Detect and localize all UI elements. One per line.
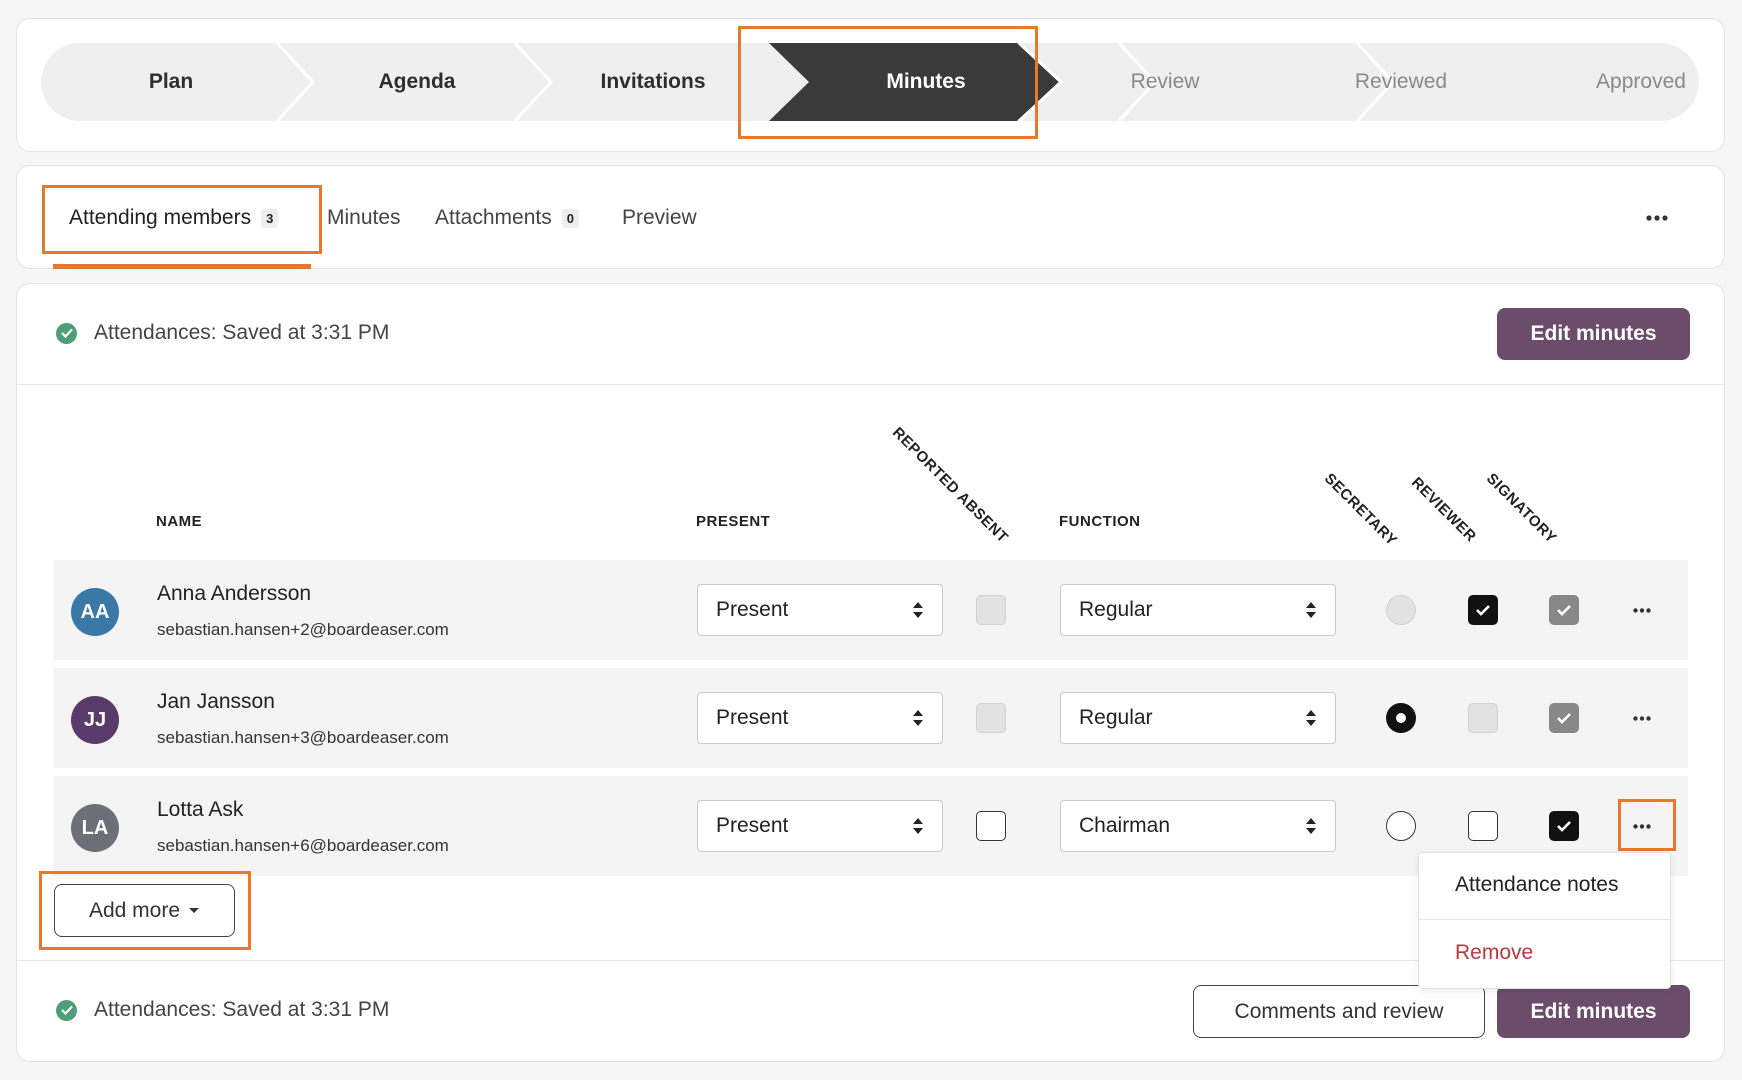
add-more-button[interactable]: Add more [54,884,235,937]
secretary-radio[interactable] [1386,811,1416,841]
save-status: Attendances: Saved at 3:31 PM [56,321,389,345]
present-select[interactable]: Present [697,584,943,636]
row-ellipsis-icon[interactable] [1627,814,1657,838]
table-row: AA Anna Andersson sebastian.hansen+2@boa… [53,560,1688,660]
sort-arrows-icon [913,602,923,618]
menu-item-attendance-notes[interactable]: Attendance notes [1455,873,1618,897]
step-approved[interactable]: Approved [1521,43,1699,121]
column-header-signatory: SIGNATORY [1482,470,1560,547]
tab-minutes[interactable]: Minutes [327,166,401,270]
count-badge: 3 [261,208,279,228]
row-ellipsis-icon[interactable] [1627,706,1657,730]
edit-minutes-button[interactable]: Edit minutes [1497,308,1690,360]
reported-absent-checkbox[interactable] [976,703,1006,733]
present-select[interactable]: Present [697,800,943,852]
tab-label: Preview [622,206,697,229]
add-more-label: Add more [88,898,181,922]
check-circle-icon [56,999,77,1021]
function-select-value: Regular [1079,706,1153,729]
member-email: sebastian.hansen+3@boardeaser.com [157,728,449,747]
signatory-checkbox[interactable] [1549,811,1579,841]
sort-arrows-icon [1306,602,1316,618]
secretary-radio[interactable] [1386,595,1416,625]
edit-minutes-button[interactable]: Edit minutes [1497,985,1690,1038]
checkmark-icon [1476,605,1490,616]
step-review[interactable]: Review [1045,43,1285,121]
present-select-value: Present [716,598,789,621]
workflow-stepper: Plan Agenda Invitations Minutes Review R… [41,43,1699,121]
save-status-text: Attendances: Saved at 3:31 PM [94,321,390,344]
menu-item-remove[interactable]: Remove [1455,941,1533,965]
secretary-radio[interactable] [1386,703,1416,733]
member-name: Jan Jansson [157,690,275,713]
member-name: Anna Andersson [157,582,312,605]
reported-absent-checkbox[interactable] [976,811,1006,841]
function-select-value: Regular [1079,598,1153,621]
check-circle-icon [56,322,77,344]
caret-down-icon [189,907,200,913]
row-actions-menu: Attendance notes Remove [1418,852,1671,989]
present-select-value: Present [716,814,789,837]
workflow-stepper-card: Plan Agenda Invitations Minutes Review R… [16,18,1725,152]
signatory-checkbox[interactable] [1549,595,1579,625]
tab-label: Attending members [69,206,252,229]
present-select-value: Present [716,706,789,729]
tabs-card: Attending members 3 Minutes Attachments … [16,165,1725,269]
active-tab-indicator [53,264,311,269]
present-select[interactable]: Present [697,692,943,744]
column-header-function: FUNCTION [1059,513,1141,530]
step-agenda[interactable]: Agenda [297,43,537,121]
column-header-secretary: SECRETARY [1320,470,1401,550]
step-plan[interactable]: Plan [41,43,301,121]
signatory-checkbox[interactable] [1549,703,1579,733]
tab-label: Minutes [327,206,401,229]
ellipsis-icon[interactable] [1637,206,1677,230]
checkmark-icon [1557,713,1571,724]
menu-divider [1419,919,1670,920]
sort-arrows-icon [913,710,923,726]
avatar: LA [71,804,119,852]
column-header-reported-absent: REPORTED ABSENT [888,424,1012,547]
function-select[interactable]: Regular [1060,692,1336,744]
sort-arrows-icon [1306,710,1316,726]
member-name: Lotta Ask [157,798,244,821]
comments-review-button[interactable]: Comments and review [1193,985,1485,1038]
reviewer-checkbox[interactable] [1468,595,1498,625]
function-select-value: Chairman [1079,814,1171,837]
row-ellipsis-icon[interactable] [1627,598,1657,622]
sort-arrows-icon [1306,818,1316,834]
reviewer-checkbox[interactable] [1468,811,1498,841]
avatar: AA [71,588,119,636]
count-badge: 0 [561,208,579,228]
member-email: sebastian.hansen+6@boardeaser.com [157,836,449,855]
column-header-reviewer: REVIEWER [1407,474,1480,546]
checkmark-icon [1557,821,1571,832]
table-row: JJ Jan Jansson sebastian.hansen+3@boarde… [53,668,1688,768]
member-email: sebastian.hansen+2@boardeaser.com [157,620,449,639]
save-status-text: Attendances: Saved at 3:31 PM [94,998,390,1021]
reported-absent-checkbox[interactable] [976,595,1006,625]
function-select[interactable]: Chairman [1060,800,1336,852]
step-minutes[interactable]: Minutes [801,43,1051,121]
divider [17,384,1724,385]
tab-attachments[interactable]: Attachments 0 [435,166,579,270]
tab-label: Attachments [435,206,552,229]
tab-attending-members[interactable]: Attending members 3 [69,166,279,270]
column-header-name: NAME [156,513,203,530]
function-select[interactable]: Regular [1060,584,1336,636]
checkmark-icon [1557,605,1571,616]
column-header-present: PRESENT [696,513,771,530]
sort-arrows-icon [913,818,923,834]
avatar: JJ [71,696,119,744]
step-invitations[interactable]: Invitations [533,43,773,121]
radio-dot [1396,713,1406,723]
save-status: Attendances: Saved at 3:31 PM [56,998,389,1022]
reviewer-checkbox[interactable] [1468,703,1498,733]
step-reviewed[interactable]: Reviewed [1281,43,1521,121]
tab-preview[interactable]: Preview [622,166,697,270]
